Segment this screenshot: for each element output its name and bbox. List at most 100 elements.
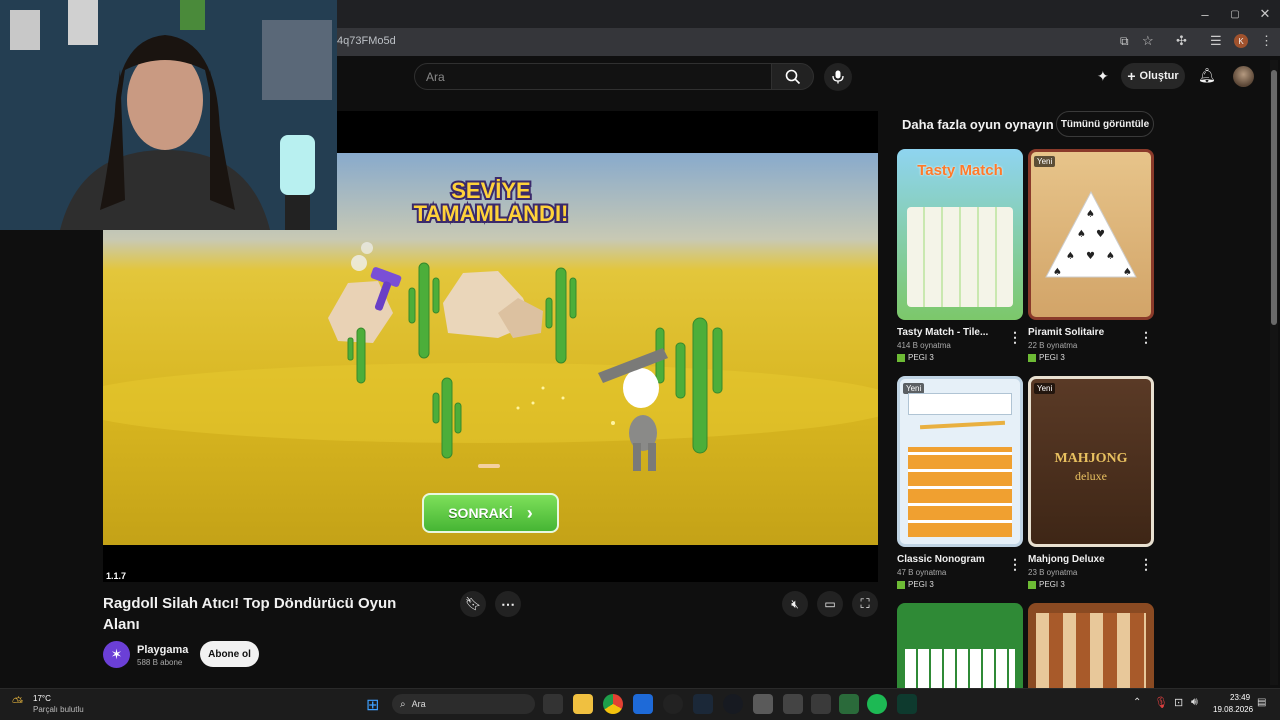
search-input[interactable] [414, 63, 772, 90]
game-card-thumbnail[interactable]: Tasty Match [897, 149, 1023, 320]
svg-text:♠: ♠ [1086, 209, 1095, 220]
game-card-rating: PEGI 3 [1028, 580, 1065, 589]
clock-time[interactable]: 23:49 [1230, 693, 1250, 702]
game-card-plays: 23 B oynatma [1028, 568, 1078, 577]
windows-start-icon[interactable]: ⊞ [366, 695, 379, 715]
taskbar-search[interactable]: ⌕ Ara [392, 694, 535, 714]
spotify-icon[interactable] [867, 694, 887, 714]
channel-name[interactable]: Playgama [137, 644, 188, 656]
more-games-title: Daha fazla oyun oynayın [902, 117, 1054, 132]
new-badge: Yeni [1034, 156, 1056, 167]
file-explorer-icon[interactable] [573, 694, 593, 714]
search-icon: ⌕ [400, 698, 406, 710]
game-version: 1.1.7 [106, 571, 127, 581]
more-horizontal-icon: ⋯ [501, 595, 515, 612]
voice-search-button[interactable] [824, 63, 852, 91]
card-menu-icon[interactable]: ⋮ [1139, 556, 1153, 573]
pencil-icon [919, 420, 1006, 430]
fullscreen-button[interactable]: ⛶ [852, 591, 878, 617]
subscribe-button[interactable]: Abone ol [200, 641, 259, 667]
game-card-rating: PEGI 3 [897, 580, 934, 589]
profile-avatar[interactable]: K [1234, 34, 1248, 48]
game-card-title[interactable]: Mahjong Deluxe [1028, 554, 1105, 565]
level-complete-line1: SEVİYE [451, 178, 530, 203]
bookmark-icon: 🔖︎ [464, 596, 482, 611]
cactus [692, 317, 708, 454]
minimize-button[interactable]: – [1190, 0, 1220, 28]
game-card-thumbnail[interactable]: Yeni ♠ ♠ ♥ ♠ ♥ ♠ ♠ ♠ [1028, 149, 1154, 320]
card-menu-icon[interactable]: ⋮ [1008, 556, 1022, 573]
maximize-button[interactable]: ▢ [1220, 0, 1250, 28]
close-button[interactable]: ✕ [1250, 0, 1280, 28]
mic-icon [832, 70, 844, 84]
calculator-icon[interactable] [753, 694, 773, 714]
app-icon[interactable] [783, 694, 803, 714]
mic-status-icon[interactable]: 🎙︎ [1154, 696, 1168, 709]
scrollbar-thumb[interactable] [1271, 70, 1277, 325]
weather-desc[interactable]: Parçalı bulutlu [33, 705, 84, 714]
card-menu-icon[interactable]: ⋮ [1139, 329, 1153, 346]
volume-icon[interactable]: 🔊︎ [1191, 696, 1198, 709]
install-app-icon[interactable]: ⧉ [1120, 34, 1129, 49]
svg-text:♠: ♠ [1066, 251, 1075, 262]
weather-icon[interactable]: ⛅︎ [12, 694, 23, 711]
save-button[interactable]: 🔖︎ [460, 591, 486, 617]
chrome-icon[interactable] [603, 694, 623, 714]
game-card-thumbnail[interactable] [1028, 603, 1154, 688]
svg-text:♠: ♠ [1053, 267, 1062, 278]
account-avatar[interactable] [1233, 66, 1254, 87]
game-card-title[interactable]: Classic Nonogram [897, 554, 985, 565]
streamer-image [0, 0, 337, 230]
url-text[interactable]: 4q73FMo5d [337, 35, 396, 47]
solitaire-cards [905, 649, 1015, 688]
task-view-icon[interactable] [543, 694, 563, 714]
taskbar-search-label: Ara [411, 699, 426, 709]
extensions-icon[interactable]: ✣ [1176, 33, 1187, 49]
game-card-thumbnail[interactable]: Yeni [897, 376, 1023, 547]
steam-icon[interactable] [723, 694, 743, 714]
weather-temp[interactable]: 17°C [33, 694, 51, 703]
notepad-icon[interactable] [839, 694, 859, 714]
playables-icon[interactable]: ✦ [1097, 68, 1109, 85]
cactus [418, 262, 430, 359]
more-actions-button[interactable]: ⋯ [495, 591, 521, 617]
pegi-icon [1028, 580, 1036, 589]
mute-button[interactable]: 🔇︎ [782, 591, 808, 617]
search-button[interactable] [771, 63, 814, 90]
snipping-tool-icon[interactable] [811, 694, 831, 714]
game-card-plays: 414 B oynatma [897, 341, 951, 350]
game-card-title[interactable]: Piramit Solitaire [1028, 327, 1104, 338]
app-icon[interactable] [693, 694, 713, 714]
game-card-thumbnail[interactable] [897, 603, 1023, 688]
clock-date[interactable]: 19.08.2026 [1213, 705, 1253, 714]
svg-text:♠: ♠ [1106, 251, 1115, 262]
game-card-title[interactable]: Tasty Match - Tile... [897, 327, 988, 338]
terminal-icon[interactable] [897, 694, 917, 714]
svg-text:♠: ♠ [1123, 267, 1132, 278]
video-title: Ragdoll Silah Atıcı! Top Döndürücü Oyun … [103, 595, 397, 633]
next-level-button[interactable]: SONRAKİ › [422, 493, 559, 533]
media-control-icon[interactable]: ☰ [1210, 33, 1222, 49]
card-menu-icon[interactable]: ⋮ [1008, 329, 1022, 346]
outlook-icon[interactable] [633, 694, 653, 714]
network-icon[interactable]: ⊡ [1174, 696, 1183, 709]
game-card-plays: 22 B oynatma [1028, 341, 1078, 350]
thumbnail-logo-text: Tasty Match [917, 162, 1003, 179]
channel-avatar[interactable]: ✶ [103, 641, 130, 668]
notification-center-icon[interactable]: ▤ [1257, 697, 1266, 708]
create-button[interactable]: + Oluştur [1121, 63, 1185, 89]
card-pyramid-icon: ♠♠ ♥♠ ♥ ♠♠ ♠ [1045, 190, 1137, 278]
notifications-bell-icon[interactable]: 🔔︎ [1198, 67, 1216, 84]
game-card-plays: 47 B oynatma [897, 568, 947, 577]
view-all-button[interactable]: Tümünü görüntüle [1056, 111, 1154, 137]
bookmark-star-icon[interactable]: ☆ [1142, 33, 1154, 49]
cactus [555, 267, 567, 364]
game-card-thumbnail[interactable]: Yeni MAHJONG deluxe [1028, 376, 1154, 547]
browser-menu-icon[interactable]: ⋮ [1260, 33, 1273, 49]
playgama-logo-icon: ✶ [110, 646, 123, 662]
theater-icon: ▭ [824, 597, 836, 611]
show-hidden-icons-icon[interactable]: ⌃ [1133, 697, 1141, 708]
cactus [441, 377, 453, 459]
obs-icon[interactable] [663, 694, 683, 714]
theater-mode-button[interactable]: ▭ [817, 591, 843, 617]
